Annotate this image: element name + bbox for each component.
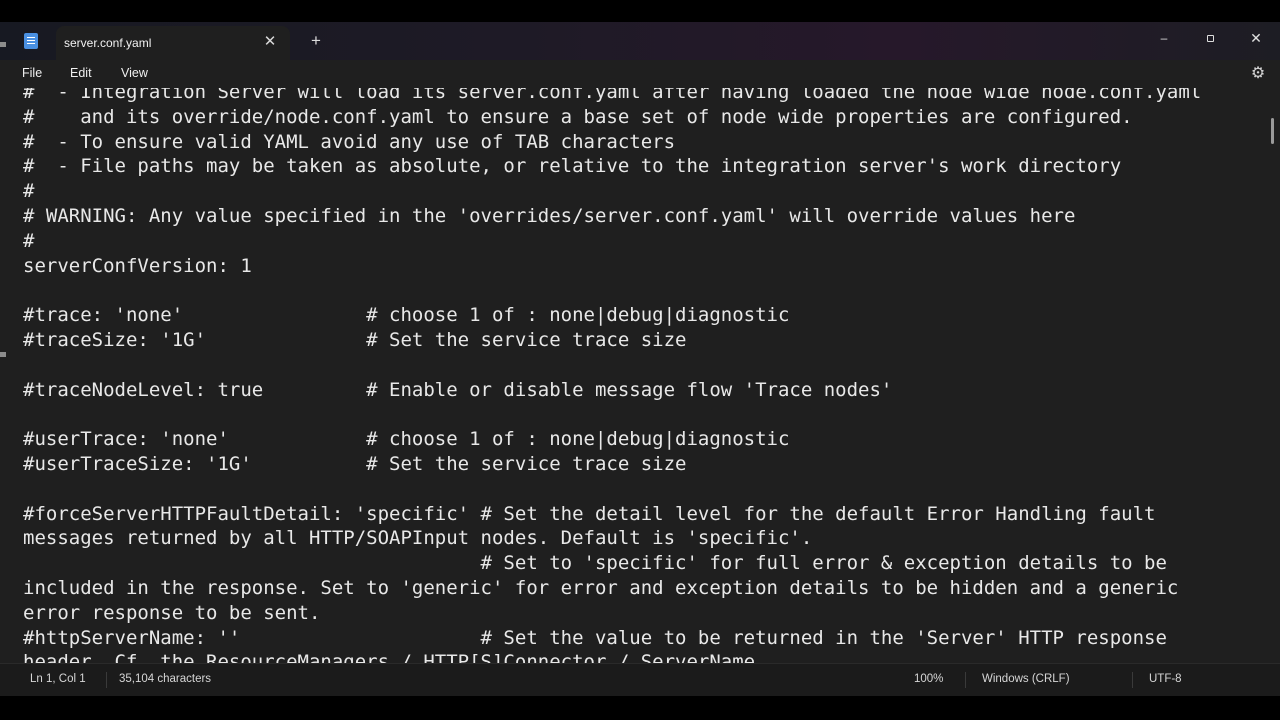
- code-line: #userTrace: 'none' # choose 1 of : none|…: [23, 428, 790, 451]
- gear-icon[interactable]: ⚙: [1248, 64, 1268, 84]
- status-divider: [1132, 672, 1133, 688]
- gutter-marker: [0, 42, 6, 47]
- code-line: header. Cf. the ResourceManagers / HTTP[…: [23, 651, 756, 663]
- code-line: #trace: 'none' # choose 1 of : none|debu…: [23, 304, 790, 327]
- letterbox-top: [0, 0, 1280, 22]
- new-tab-button[interactable]: +: [306, 31, 326, 51]
- close-window-button[interactable]: ✕: [1242, 26, 1270, 50]
- code-line: #: [23, 180, 35, 203]
- letterbox-bottom: [0, 696, 1280, 720]
- editor-content: # - Integration Server will load its ser…: [23, 88, 1263, 663]
- menu-file[interactable]: File: [22, 66, 42, 80]
- code-line: # - To ensure valid YAML avoid any use o…: [23, 130, 676, 153]
- code-line: #traceNodeLevel: true # Enable or disabl…: [23, 378, 893, 401]
- code-line: # and its override/node.conf.yaml to ens…: [23, 105, 1133, 128]
- code-line: # Set to 'specific' for full error & exc…: [23, 552, 1167, 575]
- status-divider: [106, 672, 107, 688]
- restore-icon: [1206, 35, 1214, 43]
- vertical-scrollbar[interactable]: [1266, 88, 1280, 663]
- maximize-button[interactable]: [1196, 26, 1224, 50]
- code-line: #: [23, 229, 35, 252]
- menu-view[interactable]: View: [121, 66, 148, 80]
- code-line: # - File paths may be taken as absolute,…: [23, 155, 1122, 178]
- encoding[interactable]: UTF-8: [1149, 673, 1182, 685]
- close-tab-icon[interactable]: ✕: [260, 32, 280, 52]
- menu-edit[interactable]: Edit: [70, 66, 92, 80]
- scrollbar-thumb[interactable]: [1271, 118, 1274, 144]
- code-line: serverConfVersion: 1: [23, 254, 252, 277]
- minimize-button[interactable]: –: [1150, 26, 1178, 50]
- code-line: # - Integration Server will load its ser…: [23, 88, 1202, 103]
- character-count: 35,104 characters: [119, 673, 212, 685]
- menu-bar: File Edit View ⚙: [0, 60, 1280, 88]
- code-line: #httpServerName: '' # Set the value to b…: [23, 626, 1167, 649]
- tab-title: server.conf.yaml: [64, 36, 152, 50]
- status-bar: Ln 1, Col 1 35,104 characters 100% Windo…: [0, 663, 1280, 696]
- code-line: #traceSize: '1G' # Set the service trace…: [23, 328, 687, 351]
- gutter-marker: [0, 352, 6, 357]
- zoom-level[interactable]: 100%: [914, 673, 943, 685]
- line-ending[interactable]: Windows (CRLF): [982, 673, 1070, 685]
- code-line: error response to be sent.: [23, 601, 321, 624]
- status-divider: [965, 672, 966, 688]
- tab-server-conf[interactable]: server.conf.yaml ✕: [56, 26, 290, 60]
- title-bar: server.conf.yaml ✕ + – ✕: [0, 22, 1280, 60]
- code-line: # WARNING: Any value specified in the 'o…: [23, 204, 1076, 227]
- code-line: messages returned by all HTTP/SOAPInput …: [23, 527, 813, 550]
- notepad-window: server.conf.yaml ✕ + – ✕ File Edit View …: [0, 22, 1280, 696]
- code-line: #userTraceSize: '1G' # Set the service t…: [23, 452, 687, 475]
- notepad-icon: [24, 33, 38, 49]
- cursor-position[interactable]: Ln 1, Col 1: [30, 673, 86, 685]
- code-line: #forceServerHTTPFaultDetail: 'specific' …: [23, 502, 1156, 525]
- text-editor[interactable]: # - Integration Server will load its ser…: [0, 88, 1280, 663]
- code-line: included in the response. Set to 'generi…: [23, 576, 1179, 599]
